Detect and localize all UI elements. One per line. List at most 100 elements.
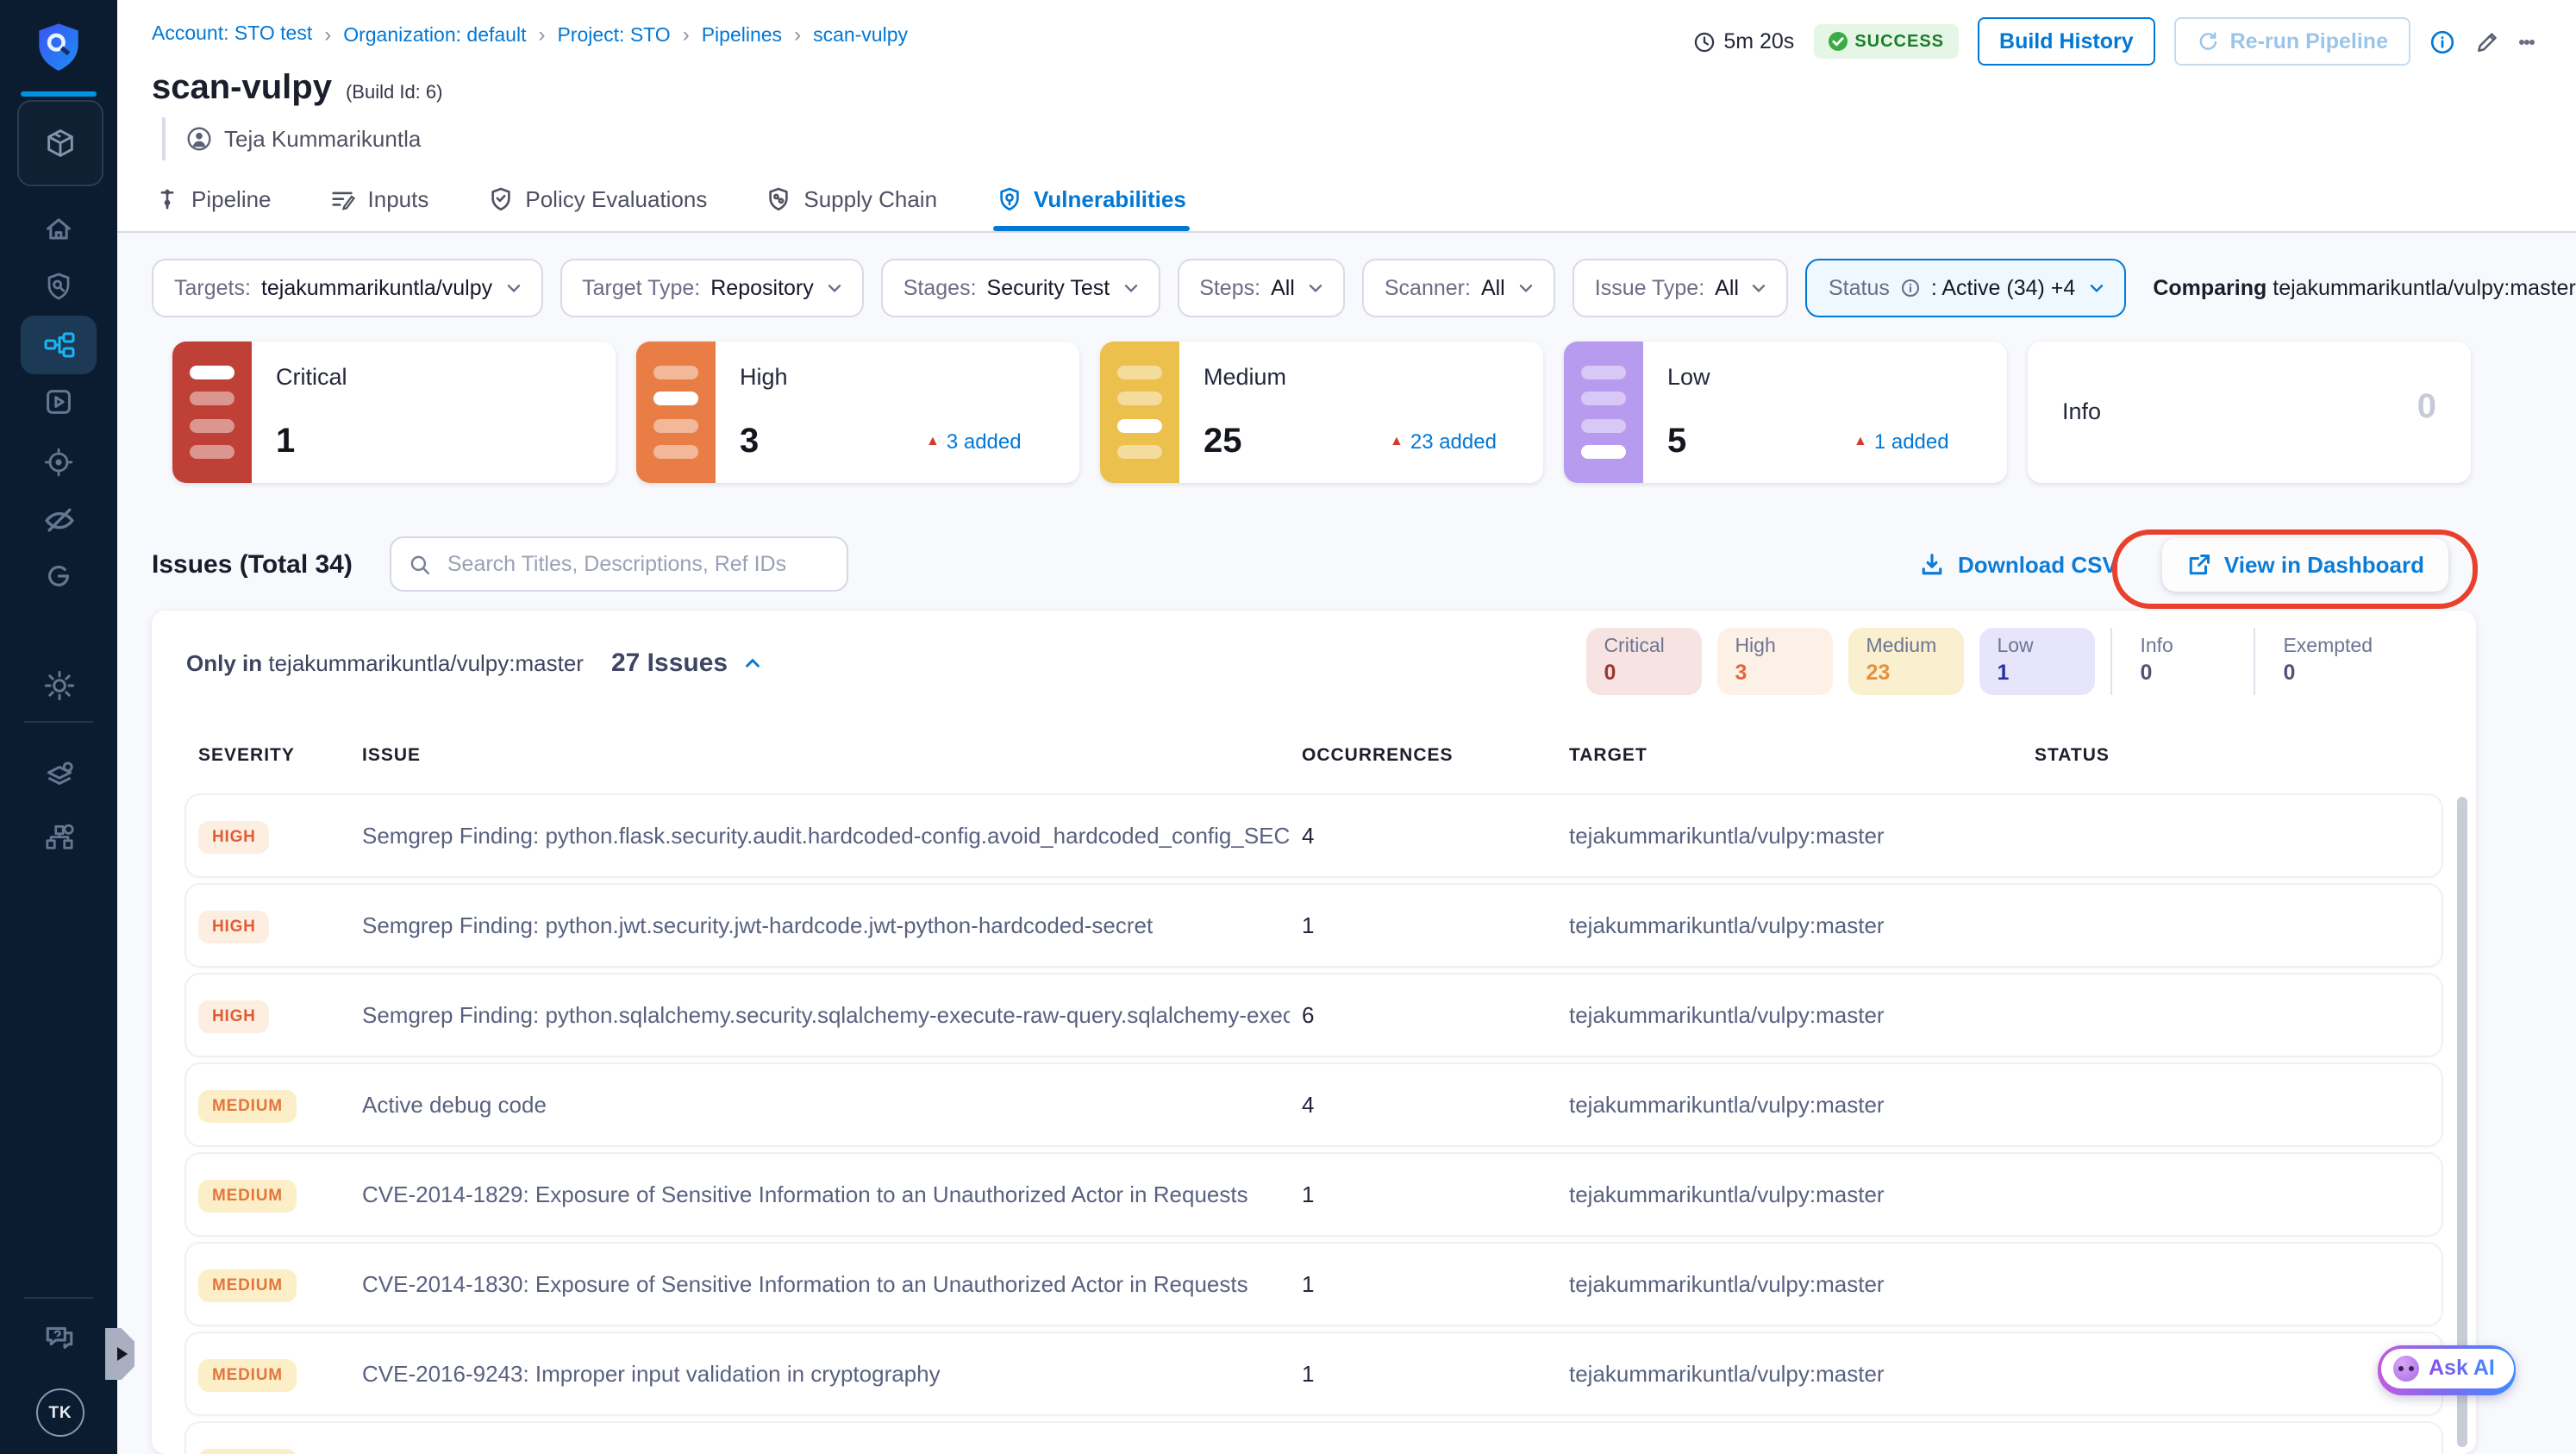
info-icon[interactable]: [2429, 28, 2455, 54]
table-row-partial[interactable]: MEDIUM: [186, 1423, 2442, 1454]
pipeline-icon: [160, 189, 174, 210]
sidebar-item-exemptions-icon[interactable]: [0, 561, 117, 592]
search-icon: [411, 555, 430, 573]
policy-shield-check-icon: [491, 187, 510, 211]
severity-gauge-icon: [636, 342, 716, 483]
table-row[interactable]: MEDIUM CVE-2016-9243: Improper input val…: [186, 1333, 2442, 1414]
group-issue-count-toggle[interactable]: 27 Issues: [611, 649, 764, 678]
chevron-down-icon: [1753, 285, 1766, 292]
sidebar-item-targets-icon[interactable]: [0, 447, 117, 478]
table-row[interactable]: MEDIUM Active debug code 4 tejakummariku…: [186, 1064, 2442, 1145]
filter-steps[interactable]: Steps: All: [1177, 259, 1345, 317]
severity-card-info[interactable]: Info 0: [2028, 342, 2471, 483]
external-link-icon: [2189, 554, 2210, 574]
issue-title: Semgrep Finding: python.sqlalchemy.secur…: [362, 1002, 1290, 1028]
issue-title: Semgrep Finding: python.flask.security.a…: [362, 823, 1290, 849]
breadcrumb-account[interactable]: Account: STO test: [152, 24, 312, 45]
chevron-down-icon: [828, 285, 841, 292]
filter-stages[interactable]: Stages: Security Test: [880, 259, 1160, 317]
severity-card-medium[interactable]: Medium 25 ▲ 23 added: [1100, 342, 1543, 483]
filter-bar: Targets: tejakummarikuntla/vulpy Target T…: [152, 259, 2576, 317]
chip-medium[interactable]: Medium 23: [1848, 628, 1965, 695]
chip-info[interactable]: Info 0: [2110, 628, 2238, 695]
issue-title: CVE-2016-9243: Improper input validation…: [362, 1361, 941, 1387]
user-avatar[interactable]: TK: [36, 1388, 84, 1437]
breadcrumb-pipelines[interactable]: Pipelines: [671, 22, 782, 47]
chevron-down-icon: [1123, 285, 1137, 292]
sidebar-item-settings-gear-icon[interactable]: [0, 669, 117, 702]
sidebar-item-account-settings-icon[interactable]: [0, 821, 117, 854]
active-module-underline: [21, 91, 97, 97]
severity-card-high[interactable]: High 3 ▲ 3 added: [636, 342, 1079, 483]
breadcrumb-project[interactable]: Project: STO: [526, 22, 670, 47]
table-row[interactable]: MEDIUM CVE-2014-1829: Exposure of Sensit…: [186, 1154, 2442, 1235]
build-id-label: (Build Id: 6): [345, 83, 443, 103]
chip-exempted[interactable]: Exempted 0: [2254, 628, 2390, 695]
ask-ai-button[interactable]: Ask AI: [2378, 1345, 2517, 1395]
severity-card-low[interactable]: Low 5 ▲ 1 added: [1564, 342, 2007, 483]
issue-title: Active debug code: [362, 1092, 547, 1118]
issues-table-body: HIGH Semgrep Finding: python.flask.secur…: [186, 795, 2442, 1454]
added-triangle-icon: ▲: [926, 433, 940, 448]
added-triangle-icon: ▲: [1390, 433, 1404, 448]
module-selector-cube-icon[interactable]: [17, 100, 103, 186]
left-nav-sidebar: TK: [0, 0, 117, 1454]
breadcrumb-organization[interactable]: Organization: default: [312, 22, 526, 47]
sidebar-item-executions-icon[interactable]: [0, 386, 117, 417]
chip-critical[interactable]: Critical 0: [1586, 628, 1703, 695]
col-severity: SEVERITY: [198, 745, 295, 766]
severity-chips: Critical 0 High 3 Medium 23 Low 1 Info 0 Exem…: [1571, 628, 2390, 695]
chevron-down-icon: [2090, 285, 2103, 292]
comparing-summary: Comparing tejakummarikuntla/vulpy:master…: [2153, 276, 2576, 300]
table-row[interactable]: HIGH Semgrep Finding: python.sqlalchemy.…: [186, 975, 2442, 1056]
tab-policy-evaluations[interactable]: Policy Evaluations: [484, 171, 710, 231]
breadcrumb-pipeline-name[interactable]: scan-vulpy: [782, 22, 908, 47]
download-csv-button[interactable]: Download CSV: [1920, 551, 2117, 577]
issues-total-title: Issues (Total 34): [152, 549, 353, 579]
sidebar-item-default-settings-icon[interactable]: [0, 759, 117, 792]
severity-gauge-icon: [172, 342, 252, 483]
chevron-down-icon: [1309, 285, 1322, 292]
severity-summary-cards: Critical 1 ▲ High 3 ▲3 added Medium 25 ▲…: [172, 342, 2471, 483]
sidebar-item-overview-icon[interactable]: [0, 271, 117, 302]
user-icon: [187, 127, 211, 151]
view-in-dashboard-button[interactable]: View in Dashboard: [2161, 537, 2448, 591]
refresh-icon: [2200, 31, 2217, 49]
filter-targets[interactable]: Targets: tejakummarikuntla/vulpy: [152, 259, 543, 317]
trigger-author-row: Teja Kummarikuntla: [162, 117, 421, 160]
table-row[interactable]: HIGH Semgrep Finding: python.flask.secur…: [186, 795, 2442, 876]
sidebar-item-pipelines-active[interactable]: [21, 316, 97, 374]
sidebar-item-baseline-eye-off-icon[interactable]: [0, 504, 117, 536]
filter-status-active[interactable]: Status : Active (34) +4: [1805, 259, 2126, 317]
issues-table-card: Only in tejakummarikuntla/vulpy:master 2…: [152, 611, 2476, 1454]
build-history-button[interactable]: Build History: [1977, 17, 2156, 66]
sidebar-item-home-icon[interactable]: [0, 214, 117, 245]
help-chat-icon[interactable]: [0, 1321, 117, 1354]
chip-low[interactable]: Low 1: [1979, 628, 2096, 695]
col-issue: ISSUE: [362, 745, 422, 766]
tab-vulnerabilities-active[interactable]: Vulnerabilities: [992, 171, 1191, 231]
supply-chain-shield-icon: [769, 187, 789, 211]
tab-pipeline[interactable]: Pipeline: [152, 171, 275, 231]
table-row[interactable]: MEDIUM CVE-2014-1830: Exposure of Sensit…: [186, 1244, 2442, 1325]
filter-issue-type[interactable]: Issue Type: All: [1572, 259, 1789, 317]
more-options-kebab-icon[interactable]: [2519, 35, 2535, 47]
severity-gauge-icon: [1100, 342, 1179, 483]
execution-duration: 5m 20s: [1692, 29, 1794, 53]
page-title: scan-vulpy: [152, 69, 332, 107]
issues-search[interactable]: [390, 536, 849, 592]
clock-icon: [1694, 31, 1714, 52]
filter-scanner[interactable]: Scanner: All: [1361, 259, 1555, 317]
chip-high[interactable]: High 3: [1717, 628, 1834, 695]
severity-card-critical[interactable]: Critical 1 ▲: [172, 342, 616, 483]
harness-sto-logo: [0, 19, 117, 74]
issues-search-input[interactable]: [443, 550, 830, 578]
group-only-in-label: Only in tejakummarikuntla/vulpy:master: [186, 650, 584, 676]
edit-pencil-icon[interactable]: [2474, 28, 2500, 54]
issue-title: CVE-2014-1829: Exposure of Sensitive Inf…: [362, 1181, 1248, 1207]
tab-supply-chain[interactable]: Supply Chain: [762, 171, 941, 231]
table-row[interactable]: HIGH Semgrep Finding: python.jwt.securit…: [186, 885, 2442, 966]
rerun-pipeline-button[interactable]: Re-run Pipeline: [2174, 17, 2410, 66]
filter-target-type[interactable]: Target Type: Repository: [560, 259, 864, 317]
tab-inputs[interactable]: Inputs: [327, 171, 433, 231]
